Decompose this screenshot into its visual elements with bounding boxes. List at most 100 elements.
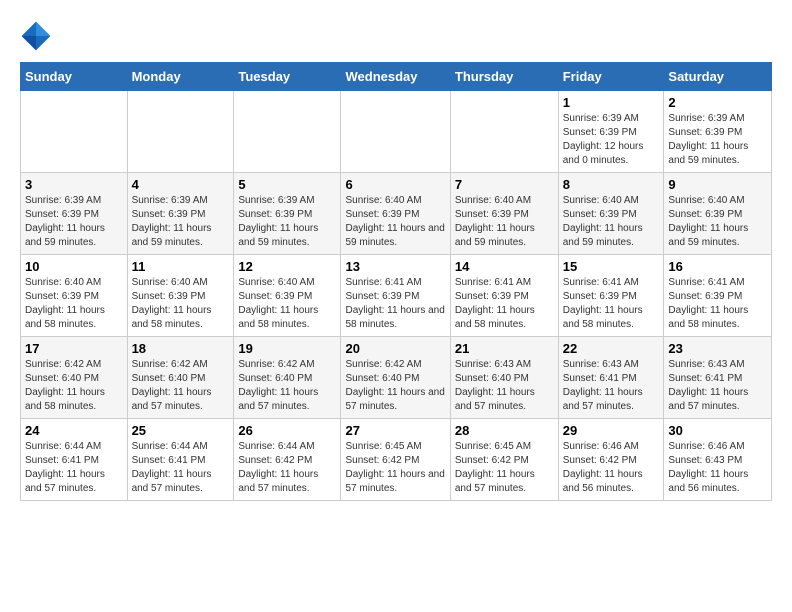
calendar-cell: 13 Sunrise: 6:41 AM Sunset: 6:39 PM Dayli…: [341, 255, 450, 337]
calendar-cell: 5 Sunrise: 6:39 AM Sunset: 6:39 PM Daylig…: [234, 173, 341, 255]
day-number: 2: [668, 95, 767, 110]
day-detail: Sunrise: 6:40 AM Sunset: 6:39 PM Dayligh…: [238, 276, 336, 332]
day-detail: Sunrise: 6:42 AM Sunset: 6:40 PM Dayligh…: [345, 358, 445, 414]
day-detail: Sunrise: 6:39 AM Sunset: 6:39 PM Dayligh…: [668, 112, 767, 168]
calendar-cell: [21, 91, 128, 173]
day-detail: Sunrise: 6:39 AM Sunset: 6:39 PM Dayligh…: [238, 194, 336, 250]
day-detail: Sunrise: 6:40 AM Sunset: 6:39 PM Dayligh…: [455, 194, 554, 250]
day-number: 10: [25, 259, 123, 274]
calendar-cell: 14Sunrise: 6:41 AM Sunset: 6:39 PM Dayli…: [450, 255, 558, 337]
day-detail: Sunrise: 6:41 AM Sunset: 6:39 PM Dayligh…: [345, 276, 445, 332]
calendar-cell: 11Sunrise: 6:40 AM Sunset: 6:39 PM Dayli…: [127, 255, 234, 337]
day-detail: Sunrise: 6:44 AM Sunset: 6:41 PM Dayligh…: [132, 440, 230, 496]
day-detail: Sunrise: 6:41 AM Sunset: 6:39 PM Dayligh…: [668, 276, 767, 332]
calendar-week-4: 24 Sunrise: 6:44 AM Sunset: 6:41 PM Dayli…: [21, 419, 772, 501]
day-number: 6: [345, 177, 445, 192]
calendar-cell: 7 Sunrise: 6:40 AM Sunset: 6:39 PM Daylig…: [450, 173, 558, 255]
calendar-cell: 22 Sunrise: 6:43 AM Sunset: 6:41 PM Dayli…: [558, 337, 664, 419]
day-number: 30: [668, 423, 767, 438]
calendar-cell: 28 Sunrise: 6:45 AM Sunset: 6:42 PM Dayli…: [450, 419, 558, 501]
calendar-cell: 20 Sunrise: 6:42 AM Sunset: 6:40 PM Dayli…: [341, 337, 450, 419]
header-friday: Friday: [558, 63, 664, 91]
day-detail: Sunrise: 6:43 AM Sunset: 6:41 PM Dayligh…: [563, 358, 660, 414]
day-number: 27: [345, 423, 445, 438]
page-header: [20, 20, 772, 52]
day-detail: Sunrise: 6:40 AM Sunset: 6:39 PM Dayligh…: [25, 276, 123, 332]
day-detail: Sunrise: 6:40 AM Sunset: 6:39 PM Dayligh…: [668, 194, 767, 250]
calendar-cell: 9 Sunrise: 6:40 AM Sunset: 6:39 PM Daylig…: [664, 173, 772, 255]
calendar-cell: 27 Sunrise: 6:45 AM Sunset: 6:42 PM Dayli…: [341, 419, 450, 501]
day-number: 3: [25, 177, 123, 192]
day-number: 7: [455, 177, 554, 192]
day-detail: Sunrise: 6:39 AM Sunset: 6:39 PM Dayligh…: [25, 194, 123, 250]
calendar-cell: 23 Sunrise: 6:43 AM Sunset: 6:41 PM Dayli…: [664, 337, 772, 419]
day-detail: Sunrise: 6:40 AM Sunset: 6:39 PM Dayligh…: [132, 276, 230, 332]
calendar-week-3: 17 Sunrise: 6:42 AM Sunset: 6:40 PM Dayli…: [21, 337, 772, 419]
calendar-cell: 30 Sunrise: 6:46 AM Sunset: 6:43 PM Dayli…: [664, 419, 772, 501]
calendar-cell: 19Sunrise: 6:42 AM Sunset: 6:40 PM Dayli…: [234, 337, 341, 419]
calendar-cell: 4 Sunrise: 6:39 AM Sunset: 6:39 PM Daylig…: [127, 173, 234, 255]
day-detail: Sunrise: 6:45 AM Sunset: 6:42 PM Dayligh…: [455, 440, 554, 496]
day-number: 5: [238, 177, 336, 192]
day-detail: Sunrise: 6:39 AM Sunset: 6:39 PM Dayligh…: [563, 112, 660, 168]
header-sunday: Sunday: [21, 63, 128, 91]
calendar-cell: 18 Sunrise: 6:42 AM Sunset: 6:40 PM Dayli…: [127, 337, 234, 419]
day-number: 18: [132, 341, 230, 356]
logo-icon: [20, 20, 52, 52]
day-number: 22: [563, 341, 660, 356]
day-detail: Sunrise: 6:40 AM Sunset: 6:39 PM Dayligh…: [345, 194, 445, 250]
day-detail: Sunrise: 6:41 AM Sunset: 6:39 PM Dayligh…: [563, 276, 660, 332]
calendar-cell: 1 Sunrise: 6:39 AM Sunset: 6:39 PM Daylig…: [558, 91, 664, 173]
calendar-week-1: 3 Sunrise: 6:39 AM Sunset: 6:39 PM Daylig…: [21, 173, 772, 255]
day-detail: Sunrise: 6:44 AM Sunset: 6:41 PM Dayligh…: [25, 440, 123, 496]
day-number: 1: [563, 95, 660, 110]
day-number: 19: [238, 341, 336, 356]
calendar-week-0: 1 Sunrise: 6:39 AM Sunset: 6:39 PM Daylig…: [21, 91, 772, 173]
header-wednesday: Wednesday: [341, 63, 450, 91]
calendar-cell: 15 Sunrise: 6:41 AM Sunset: 6:39 PM Dayli…: [558, 255, 664, 337]
day-detail: Sunrise: 6:44 AM Sunset: 6:42 PM Dayligh…: [238, 440, 336, 496]
calendar-cell: [450, 91, 558, 173]
calendar-cell: 17Sunrise: 6:42 AM Sunset: 6:40 PM Dayli…: [21, 337, 128, 419]
day-number: 28: [455, 423, 554, 438]
header-thursday: Thursday: [450, 63, 558, 91]
calendar-cell: 6 Sunrise: 6:40 AM Sunset: 6:39 PM Daylig…: [341, 173, 450, 255]
day-number: 20: [345, 341, 445, 356]
day-number: 9: [668, 177, 767, 192]
day-detail: Sunrise: 6:39 AM Sunset: 6:39 PM Dayligh…: [132, 194, 230, 250]
calendar-cell: 26Sunrise: 6:44 AM Sunset: 6:42 PM Dayli…: [234, 419, 341, 501]
day-number: 25: [132, 423, 230, 438]
calendar-cell: [234, 91, 341, 173]
calendar-week-2: 10 Sunrise: 6:40 AM Sunset: 6:39 PM Dayli…: [21, 255, 772, 337]
calendar-cell: 21 Sunrise: 6:43 AM Sunset: 6:40 PM Dayli…: [450, 337, 558, 419]
day-detail: Sunrise: 6:43 AM Sunset: 6:41 PM Dayligh…: [668, 358, 767, 414]
calendar-cell: 2 Sunrise: 6:39 AM Sunset: 6:39 PM Daylig…: [664, 91, 772, 173]
day-number: 24: [25, 423, 123, 438]
day-detail: Sunrise: 6:46 AM Sunset: 6:42 PM Dayligh…: [563, 440, 660, 496]
calendar-cell: [127, 91, 234, 173]
logo: [20, 20, 56, 52]
day-number: 4: [132, 177, 230, 192]
calendar-body: 1 Sunrise: 6:39 AM Sunset: 6:39 PM Daylig…: [21, 91, 772, 501]
calendar-header-row: SundayMondayTuesdayWednesdayThursdayFrid…: [21, 63, 772, 91]
header-tuesday: Tuesday: [234, 63, 341, 91]
calendar-cell: 29Sunrise: 6:46 AM Sunset: 6:42 PM Dayli…: [558, 419, 664, 501]
day-number: 13: [345, 259, 445, 274]
day-detail: Sunrise: 6:45 AM Sunset: 6:42 PM Dayligh…: [345, 440, 445, 496]
day-number: 21: [455, 341, 554, 356]
day-number: 23: [668, 341, 767, 356]
calendar-cell: 12Sunrise: 6:40 AM Sunset: 6:39 PM Dayli…: [234, 255, 341, 337]
calendar-cell: 24 Sunrise: 6:44 AM Sunset: 6:41 PM Dayli…: [21, 419, 128, 501]
calendar-cell: 10 Sunrise: 6:40 AM Sunset: 6:39 PM Dayli…: [21, 255, 128, 337]
day-number: 17: [25, 341, 123, 356]
day-number: 15: [563, 259, 660, 274]
day-detail: Sunrise: 6:46 AM Sunset: 6:43 PM Dayligh…: [668, 440, 767, 496]
calendar-cell: 16Sunrise: 6:41 AM Sunset: 6:39 PM Dayli…: [664, 255, 772, 337]
header-saturday: Saturday: [664, 63, 772, 91]
header-monday: Monday: [127, 63, 234, 91]
day-detail: Sunrise: 6:43 AM Sunset: 6:40 PM Dayligh…: [455, 358, 554, 414]
calendar-cell: 3 Sunrise: 6:39 AM Sunset: 6:39 PM Daylig…: [21, 173, 128, 255]
calendar-cell: [341, 91, 450, 173]
day-detail: Sunrise: 6:41 AM Sunset: 6:39 PM Dayligh…: [455, 276, 554, 332]
day-detail: Sunrise: 6:42 AM Sunset: 6:40 PM Dayligh…: [132, 358, 230, 414]
